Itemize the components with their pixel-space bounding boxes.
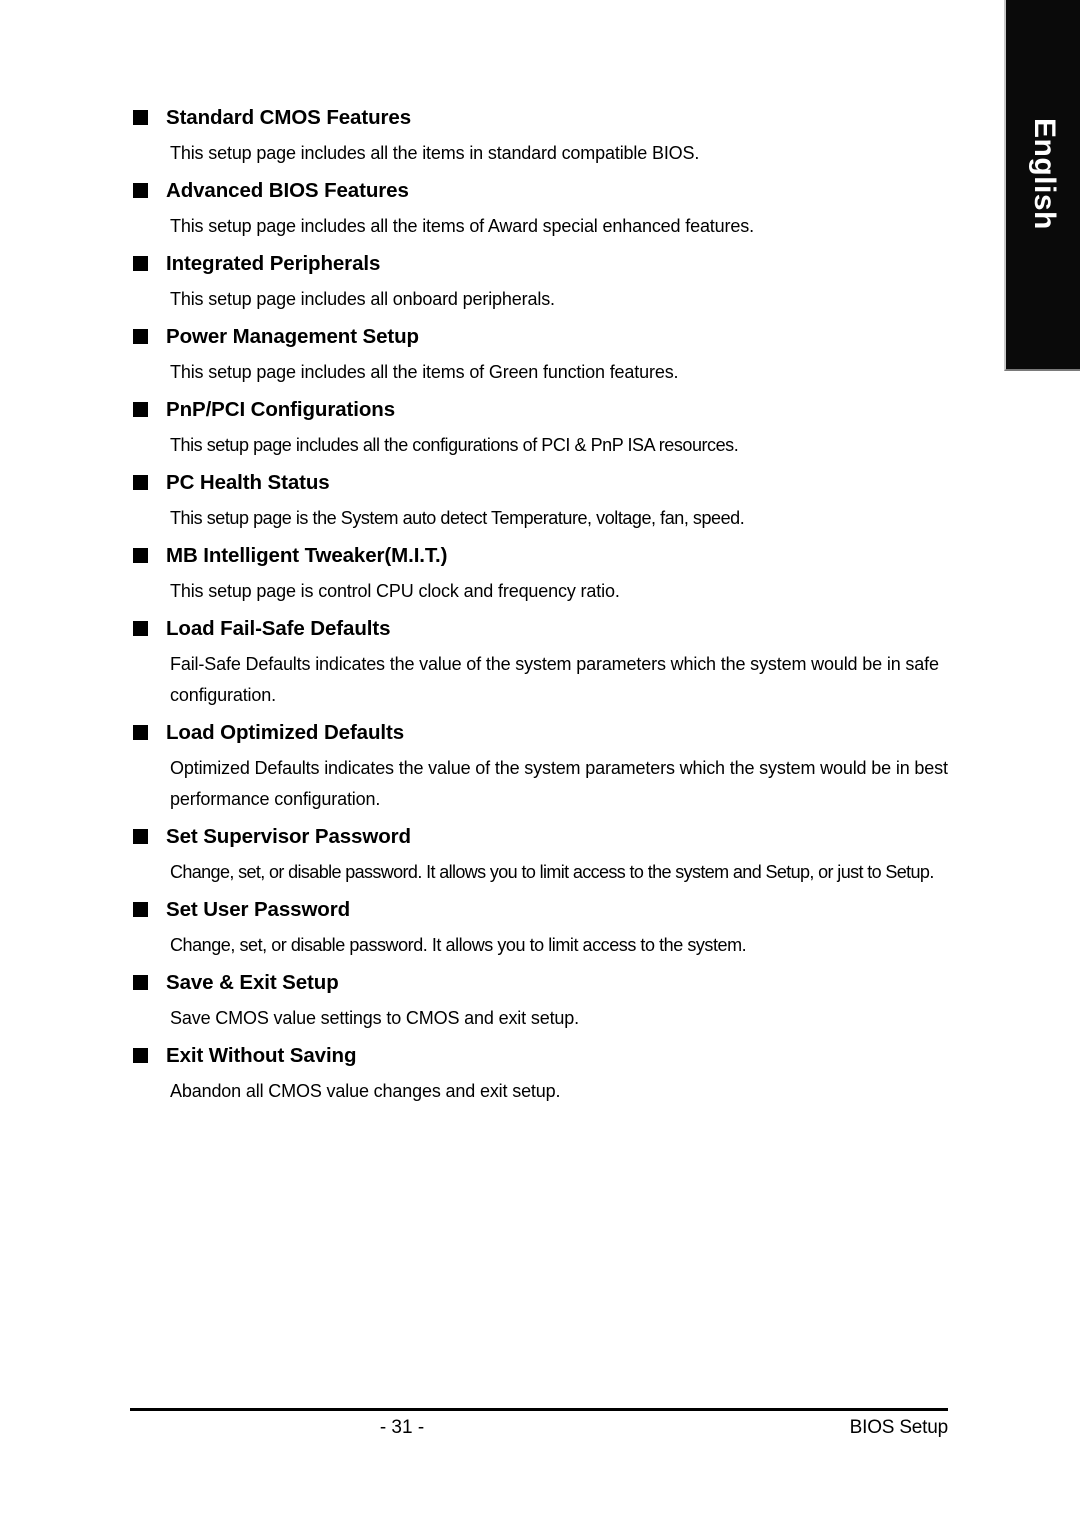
list-item: Set Supervisor Password Change, set, or … bbox=[133, 823, 957, 888]
entry-body: Change, set, or disable password. It all… bbox=[170, 935, 747, 955]
filled-square-bullet-icon bbox=[133, 1048, 148, 1063]
filled-square-bullet-icon bbox=[133, 829, 148, 844]
entry-heading-row: MB Intelligent Tweaker(M.I.T.) bbox=[133, 542, 957, 569]
entry-heading: Load Optimized Defaults bbox=[166, 721, 405, 744]
footer-section-label: BIOS Setup bbox=[849, 1417, 949, 1438]
list-item: Exit Without Saving Abandon all CMOS val… bbox=[133, 1042, 957, 1107]
entry-heading-row: PnP/PCI Configurations bbox=[133, 396, 957, 423]
list-item: Standard CMOS Features This setup page i… bbox=[133, 104, 957, 169]
entry-heading: PC Health Status bbox=[166, 471, 330, 494]
entry-heading: Set Supervisor Password bbox=[166, 825, 411, 848]
list-item: Set User Password Change, set, or disabl… bbox=[133, 896, 957, 961]
filled-square-bullet-icon bbox=[133, 548, 148, 563]
entry-heading-row: Integrated Peripherals bbox=[133, 250, 957, 277]
entry-body: Change, set, or disable password. It all… bbox=[170, 862, 934, 882]
entry-heading-row: PC Health Status bbox=[133, 469, 957, 496]
filled-square-bullet-icon bbox=[133, 329, 148, 344]
list-item: PnP/PCI Configurations This setup page i… bbox=[133, 396, 957, 461]
entry-body: This setup page includes all the items i… bbox=[170, 143, 700, 163]
filled-square-bullet-icon bbox=[133, 725, 148, 740]
entry-body: This setup page is control CPU clock and… bbox=[170, 581, 620, 601]
filled-square-bullet-icon bbox=[133, 475, 148, 490]
entry-heading: Advanced BIOS Features bbox=[166, 179, 409, 202]
list-item: MB Intelligent Tweaker(M.I.T.) This setu… bbox=[133, 542, 957, 607]
list-item: Power Management Setup This setup page i… bbox=[133, 323, 957, 388]
filled-square-bullet-icon bbox=[133, 256, 148, 271]
list-item: Advanced BIOS Features This setup page i… bbox=[133, 177, 957, 242]
page-footer: - 31 - BIOS Setup bbox=[130, 1408, 948, 1443]
page-number: - 31 - bbox=[379, 1417, 425, 1438]
entry-heading-row: Load Optimized Defaults bbox=[133, 719, 957, 746]
list-item: Integrated Peripherals This setup page i… bbox=[133, 250, 957, 315]
entry-heading: Standard CMOS Features bbox=[166, 106, 411, 129]
entry-heading: Set User Password bbox=[166, 898, 351, 921]
entry-heading: Save & Exit Setup bbox=[166, 971, 339, 994]
filled-square-bullet-icon bbox=[133, 621, 148, 636]
entry-heading: MB Intelligent Tweaker(M.I.T.) bbox=[166, 544, 448, 567]
filled-square-bullet-icon bbox=[133, 975, 148, 990]
list-item: Save & Exit Setup Save CMOS value settin… bbox=[133, 969, 957, 1034]
entry-heading: PnP/PCI Configurations bbox=[166, 398, 395, 421]
entry-heading: Exit Without Saving bbox=[166, 1044, 357, 1067]
entry-heading-row: Power Management Setup bbox=[133, 323, 957, 350]
filled-square-bullet-icon bbox=[133, 110, 148, 125]
language-tab-label: English bbox=[1028, 118, 1061, 230]
entry-heading: Load Fail-Safe Defaults bbox=[166, 617, 391, 640]
entry-heading-row: Advanced BIOS Features bbox=[133, 177, 957, 204]
entry-body: Save CMOS value settings to CMOS and exi… bbox=[170, 1008, 579, 1028]
filled-square-bullet-icon bbox=[133, 402, 148, 417]
entry-body: This setup page includes all the items o… bbox=[170, 216, 754, 236]
entry-heading: Power Management Setup bbox=[166, 325, 419, 348]
entry-body: Optimized Defaults indicates the value o… bbox=[170, 758, 948, 809]
entry-heading: Integrated Peripherals bbox=[166, 252, 381, 275]
entry-heading-row: Set Supervisor Password bbox=[133, 823, 957, 850]
entry-body: Abandon all CMOS value changes and exit … bbox=[170, 1081, 561, 1101]
list-item: Load Fail-Safe Defaults Fail-Safe Defaul… bbox=[133, 615, 957, 711]
bios-menu-description-list: Standard CMOS Features This setup page i… bbox=[133, 104, 957, 1107]
entry-heading-row: Load Fail-Safe Defaults bbox=[133, 615, 957, 642]
entry-body: Fail-Safe Defaults indicates the value o… bbox=[170, 654, 939, 705]
filled-square-bullet-icon bbox=[133, 902, 148, 917]
entry-body: This setup page includes all the configu… bbox=[170, 435, 739, 455]
footer-row: - 31 - BIOS Setup bbox=[130, 1413, 948, 1443]
entry-body: This setup page is the System auto detec… bbox=[170, 508, 745, 528]
entry-heading-row: Save & Exit Setup bbox=[133, 969, 957, 996]
entry-heading-row: Exit Without Saving bbox=[133, 1042, 957, 1069]
filled-square-bullet-icon bbox=[133, 183, 148, 198]
entry-heading-row: Standard CMOS Features bbox=[133, 104, 957, 131]
list-item: Load Optimized Defaults Optimized Defaul… bbox=[133, 719, 957, 815]
language-tab-english: English bbox=[1004, 0, 1080, 371]
footer-divider bbox=[130, 1408, 948, 1411]
list-item: PC Health Status This setup page is the … bbox=[133, 469, 957, 534]
entry-body: This setup page includes all the items o… bbox=[170, 362, 679, 382]
entry-heading-row: Set User Password bbox=[133, 896, 957, 923]
entry-body: This setup page includes all onboard per… bbox=[170, 289, 555, 309]
